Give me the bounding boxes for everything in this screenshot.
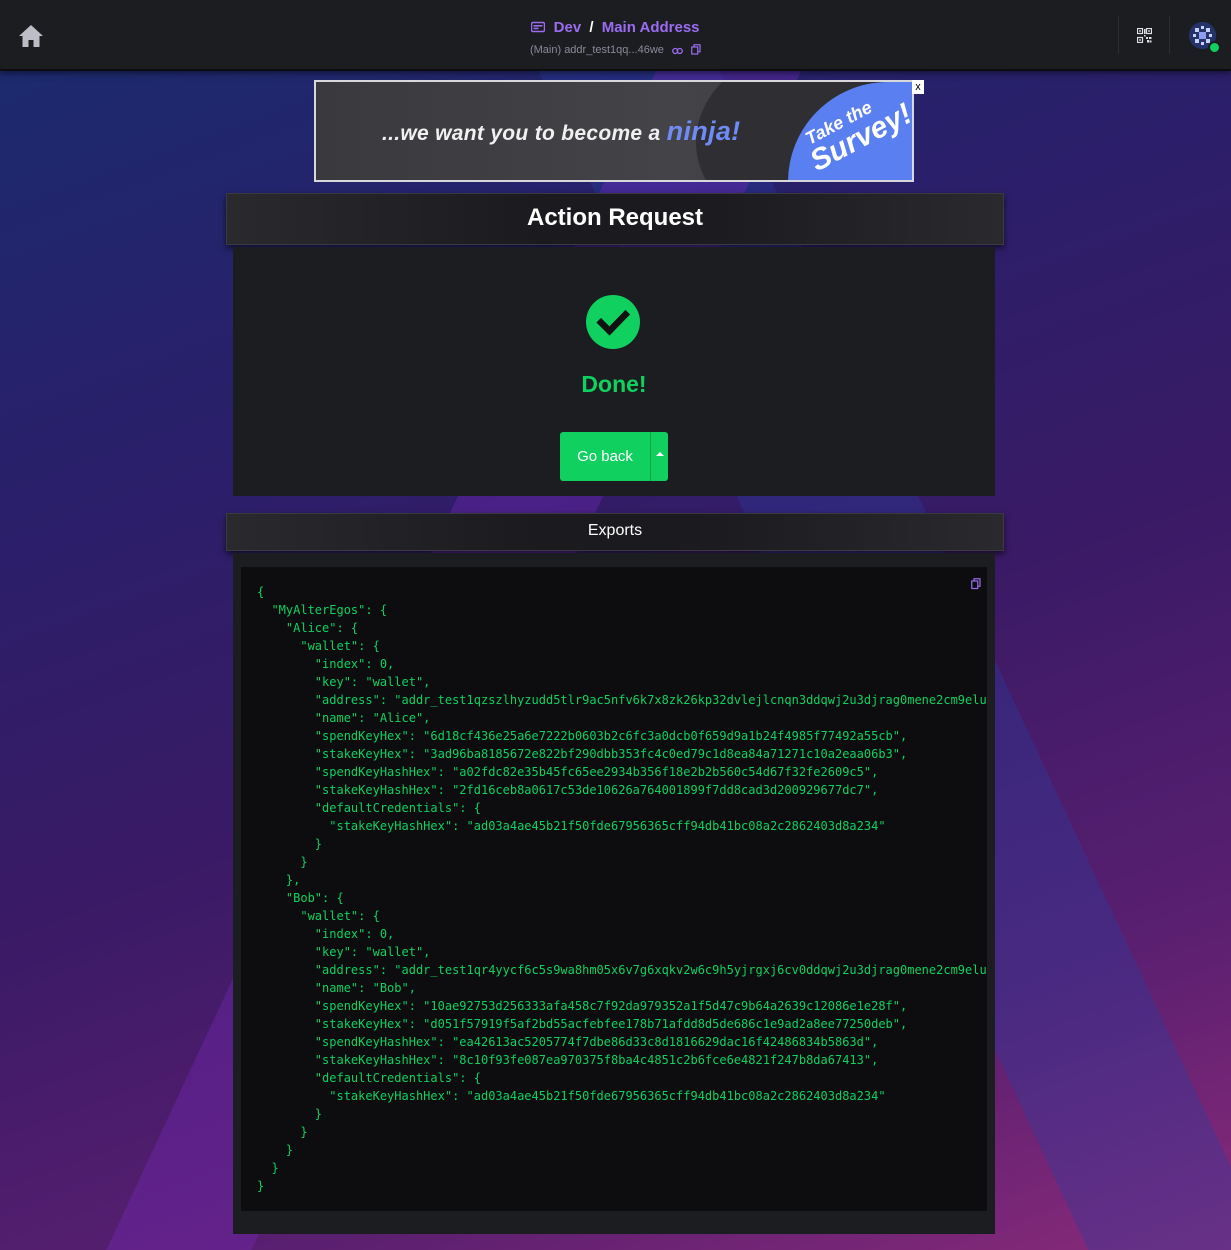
breadcrumb-wallet-link[interactable]: Dev: [554, 19, 582, 36]
address-label: (Main) addr_test1qq...46we: [529, 44, 664, 56]
ad-tagline-highlight: ninja!: [666, 116, 741, 146]
online-status-indicator: [1208, 41, 1221, 54]
action-request-header: Action Request: [226, 193, 1004, 245]
go-back-button[interactable]: Go back: [560, 432, 650, 481]
exports-title: Exports: [587, 522, 643, 539]
address-line: (Main) addr_test1qq...46we: [0, 44, 1231, 58]
avatar[interactable]: [1189, 22, 1221, 54]
exports-header: Exports: [226, 513, 1004, 551]
exports-panel: { "MyAlterEgos": { "Alice": { "wallet": …: [233, 553, 995, 1234]
caret-up-icon: [656, 452, 664, 456]
ad-close-button[interactable]: x: [912, 80, 924, 94]
exports-code-block[interactable]: { "MyAlterEgos": { "Alice": { "wallet": …: [241, 567, 987, 1211]
exports-json[interactable]: { "MyAlterEgos": { "Alice": { "wallet": …: [257, 583, 987, 1195]
breadcrumb-separator: /: [589, 19, 594, 36]
survey-ad-banner[interactable]: ...we want you to become a ninja! Take t…: [314, 80, 914, 182]
link-icon[interactable]: [672, 46, 683, 58]
breadcrumb: Dev / Main Address: [0, 19, 1231, 37]
copy-icon[interactable]: [971, 577, 981, 590]
toolbar-divider: [1169, 16, 1170, 54]
go-back-dropdown-toggle[interactable]: [650, 432, 668, 481]
page-title: Action Request: [526, 204, 703, 231]
copy-icon[interactable]: [691, 44, 701, 58]
check-circle-icon: [586, 295, 640, 349]
action-result-panel: Done! Go back: [233, 247, 995, 496]
top-bar: Dev / Main Address (Main) addr_test1qq..…: [0, 0, 1231, 71]
toolbar-divider: [1118, 16, 1119, 54]
wallet-icon: [531, 20, 546, 37]
ad-tagline: ...we want you to become a ninja!: [382, 116, 741, 146]
status-message: Done!: [581, 371, 647, 397]
go-back-button-group: Go back: [560, 432, 668, 481]
qr-code-icon[interactable]: [1136, 27, 1153, 44]
breadcrumb-account-link[interactable]: Main Address: [602, 19, 700, 36]
